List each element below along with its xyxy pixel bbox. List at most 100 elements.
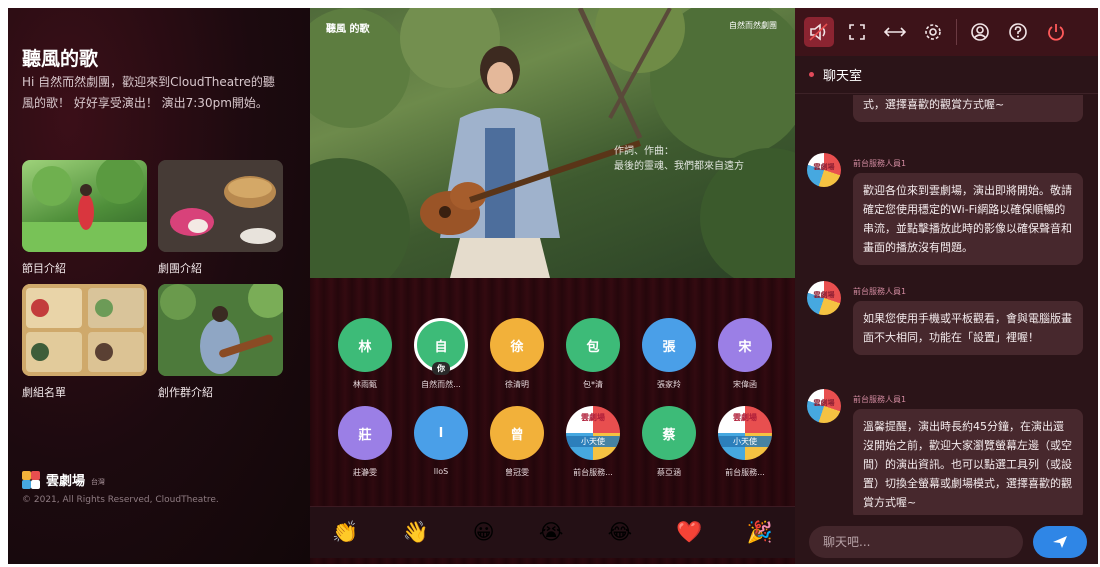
speaker-icon[interactable]	[804, 17, 834, 47]
laugh-emoji-button[interactable]: 😂	[608, 522, 633, 543]
audience-name: 蔡亞涵	[657, 468, 681, 477]
audience-avatar: 林	[338, 318, 392, 372]
brand-logo: 雲劇場 台灣	[22, 470, 105, 489]
audience-name: 曾冠雯	[505, 468, 529, 477]
mascot-top-text: 雲劇場	[733, 413, 757, 422]
audience-name: 前台服務...	[573, 468, 613, 477]
show-info-panel: 聽風的歌 Hi 自然而然劇團，歡迎來到CloudTheatre的聽風的歌！ 好好…	[8, 8, 310, 564]
reaction-bar: 👏 👋 😀 😭 😂 ❤️ 🎉	[310, 506, 795, 558]
toolbar-divider	[956, 19, 957, 45]
staff-avatar: 雲劇場	[807, 281, 841, 315]
audience-stage: 林林雨甄自你自然而然... 徐徐清明包包*清張張家羚宋宋偉函莊莊瀞雯 l lloS 曾曾…	[310, 278, 795, 564]
staff-avatar: 雲劇場	[807, 389, 841, 423]
cloudtheatre-logo-icon	[22, 470, 40, 489]
wave-emoji-button[interactable]: 👋	[402, 522, 428, 543]
audience-member[interactable]: 莊莊瀞雯	[334, 406, 396, 478]
chat-room-title: 聊天室	[823, 69, 863, 84]
program-intro-thumbnail[interactable]	[22, 160, 147, 252]
mascot-top-text: 雲劇場	[581, 413, 605, 422]
audience-member[interactable]: 包包*清	[562, 318, 624, 390]
mascot-avatar: 雲劇場 小天使	[718, 406, 772, 460]
audience-member[interactable]: 宋宋偉函	[714, 318, 776, 390]
audience-member[interactable]: 雲劇場小天使前台服務...	[714, 406, 776, 478]
cry-emoji-button[interactable]: 😭	[539, 522, 564, 543]
send-button[interactable]	[1033, 526, 1087, 558]
audience-avatar: 蔡	[642, 406, 696, 460]
chat-sender-name: 前台服務人員1	[853, 395, 907, 404]
swap-icon[interactable]	[880, 17, 910, 47]
audience-initial: 徐	[510, 339, 524, 355]
program-intro-image	[22, 160, 147, 252]
grin-emoji-button[interactable]: 😀	[473, 522, 495, 543]
live-dot-icon	[809, 72, 814, 77]
chat-sender-name: 前台服務人員1	[853, 159, 907, 168]
chat-messages[interactable]: 式，選擇喜歡的觀賞方式喔~ 雲劇場 前台服務人員1 歡迎各位來到雲劇場，演出即將…	[795, 95, 1098, 515]
audience-name: 前台服務...	[725, 468, 765, 477]
app-frame: 聽風的歌 Hi 自然而然劇團，歡迎來到CloudTheatre的聽風的歌！ 好好…	[8, 8, 1098, 564]
chat-input[interactable]	[809, 526, 1023, 558]
chat-message-bubble: 式，選擇喜歡的觀賞方式喔~	[853, 95, 1083, 122]
video-player[interactable]: 聽風 的歌 自然而然劇團 作詞、作曲： 最後的靈魂、我們都來自遠方	[310, 8, 795, 278]
chat-message-bubble: 溫馨提醒，演出時長約45分鐘，在演出還沒開始之前，歡迎大家瀏覽螢幕左邊（或空間）…	[853, 409, 1083, 515]
program-intro-label[interactable]: 節目介紹	[22, 260, 66, 276]
chat-sender-name: 前台服務人員1	[853, 287, 907, 296]
audience-member[interactable]: 張張家羚	[638, 318, 700, 390]
party-emoji-button[interactable]: 🎉	[747, 522, 773, 543]
mascot-avatar: 雲劇場 小天使	[566, 406, 620, 460]
chat-panel: 聊天室 式，選擇喜歡的觀賞方式喔~ 雲劇場 前台服務人員1 歡迎各位來到雲劇場，…	[795, 8, 1098, 564]
subtitle-line-2: 最後的靈魂、我們都來自遠方	[614, 161, 744, 172]
staff-avatar: 雲劇場	[807, 153, 841, 187]
fullscreen-icon[interactable]	[842, 17, 872, 47]
you-badge: 你	[432, 362, 450, 375]
mascot-bottom-text: 小天使	[566, 436, 620, 447]
audience-initial: 莊	[358, 427, 372, 443]
audience-name: 包*清	[583, 380, 603, 389]
audience-initial: 包	[586, 339, 600, 355]
audience-name: 徐清明	[505, 380, 529, 389]
heart-emoji-button[interactable]: ❤️	[676, 522, 702, 543]
creators-intro-label[interactable]: 創作群介紹	[158, 384, 213, 400]
avatar-text: 雲劇場	[813, 163, 835, 171]
cast-list-image	[22, 284, 147, 376]
gear-icon[interactable]	[918, 17, 948, 47]
video-credit-overlay: 自然而然劇團	[729, 21, 777, 30]
send-icon	[1053, 536, 1067, 548]
audience-avatar: 莊	[338, 406, 392, 460]
audience-member[interactable]: 自你自然而然...	[410, 318, 472, 390]
theatre-intro-label[interactable]: 劇團介紹	[158, 260, 202, 276]
chat-message-bubble: 如果您使用手機或平板觀看，會與電腦版畫面不大相同，功能在「設置」裡喔！	[853, 301, 1083, 355]
mascot-bottom-text: 小天使	[718, 436, 772, 447]
audience-member[interactable]: 雲劇場小天使前台服務...	[562, 406, 624, 478]
show-description: Hi 自然而然劇團，歡迎來到CloudTheatre的聽風的歌！ 好好享受演出！…	[22, 75, 275, 110]
creators-intro-image	[158, 284, 283, 376]
audience-initial: 張	[662, 339, 676, 355]
audience-member[interactable]: 徐徐清明	[486, 318, 548, 390]
cast-list-thumbnail[interactable]	[22, 284, 147, 376]
audience-member[interactable]: 曾曾冠雯	[486, 406, 548, 478]
audience-avatar: l	[414, 406, 468, 460]
creators-intro-thumbnail[interactable]	[158, 284, 283, 376]
audience-avatar: 曾	[490, 406, 544, 460]
copyright-text: © 2021, All Rights Reserved, CloudTheatr…	[22, 495, 219, 505]
audience-avatar: 包	[566, 318, 620, 372]
theatre-intro-thumbnail[interactable]	[158, 160, 283, 252]
avatar-text: 雲劇場	[813, 399, 835, 407]
user-icon[interactable]	[965, 17, 995, 47]
audience-initial: 蔡	[662, 427, 676, 443]
audience-member[interactable]: l lloS	[410, 406, 472, 476]
video-title-overlay: 聽風 的歌	[326, 24, 370, 35]
performance-video-frame	[310, 8, 795, 278]
power-icon[interactable]	[1041, 17, 1071, 47]
audience-member[interactable]: 蔡蔡亞涵	[638, 406, 700, 478]
theatre-intro-image	[158, 160, 283, 252]
subtitle-line-1: 作詞、作曲：	[614, 146, 674, 157]
audience-member[interactable]: 林林雨甄	[334, 318, 396, 390]
cast-list-label[interactable]: 劇組名單	[22, 384, 66, 400]
toolbar	[795, 8, 1098, 56]
audience-avatar: 張	[642, 318, 696, 372]
chat-room-header: 聊天室	[795, 56, 1098, 94]
help-icon[interactable]	[1003, 17, 1033, 47]
clap-emoji-button[interactable]: 👏	[332, 522, 358, 543]
audience-name: 張家羚	[657, 380, 681, 389]
audience-initial: 宋	[738, 339, 752, 355]
